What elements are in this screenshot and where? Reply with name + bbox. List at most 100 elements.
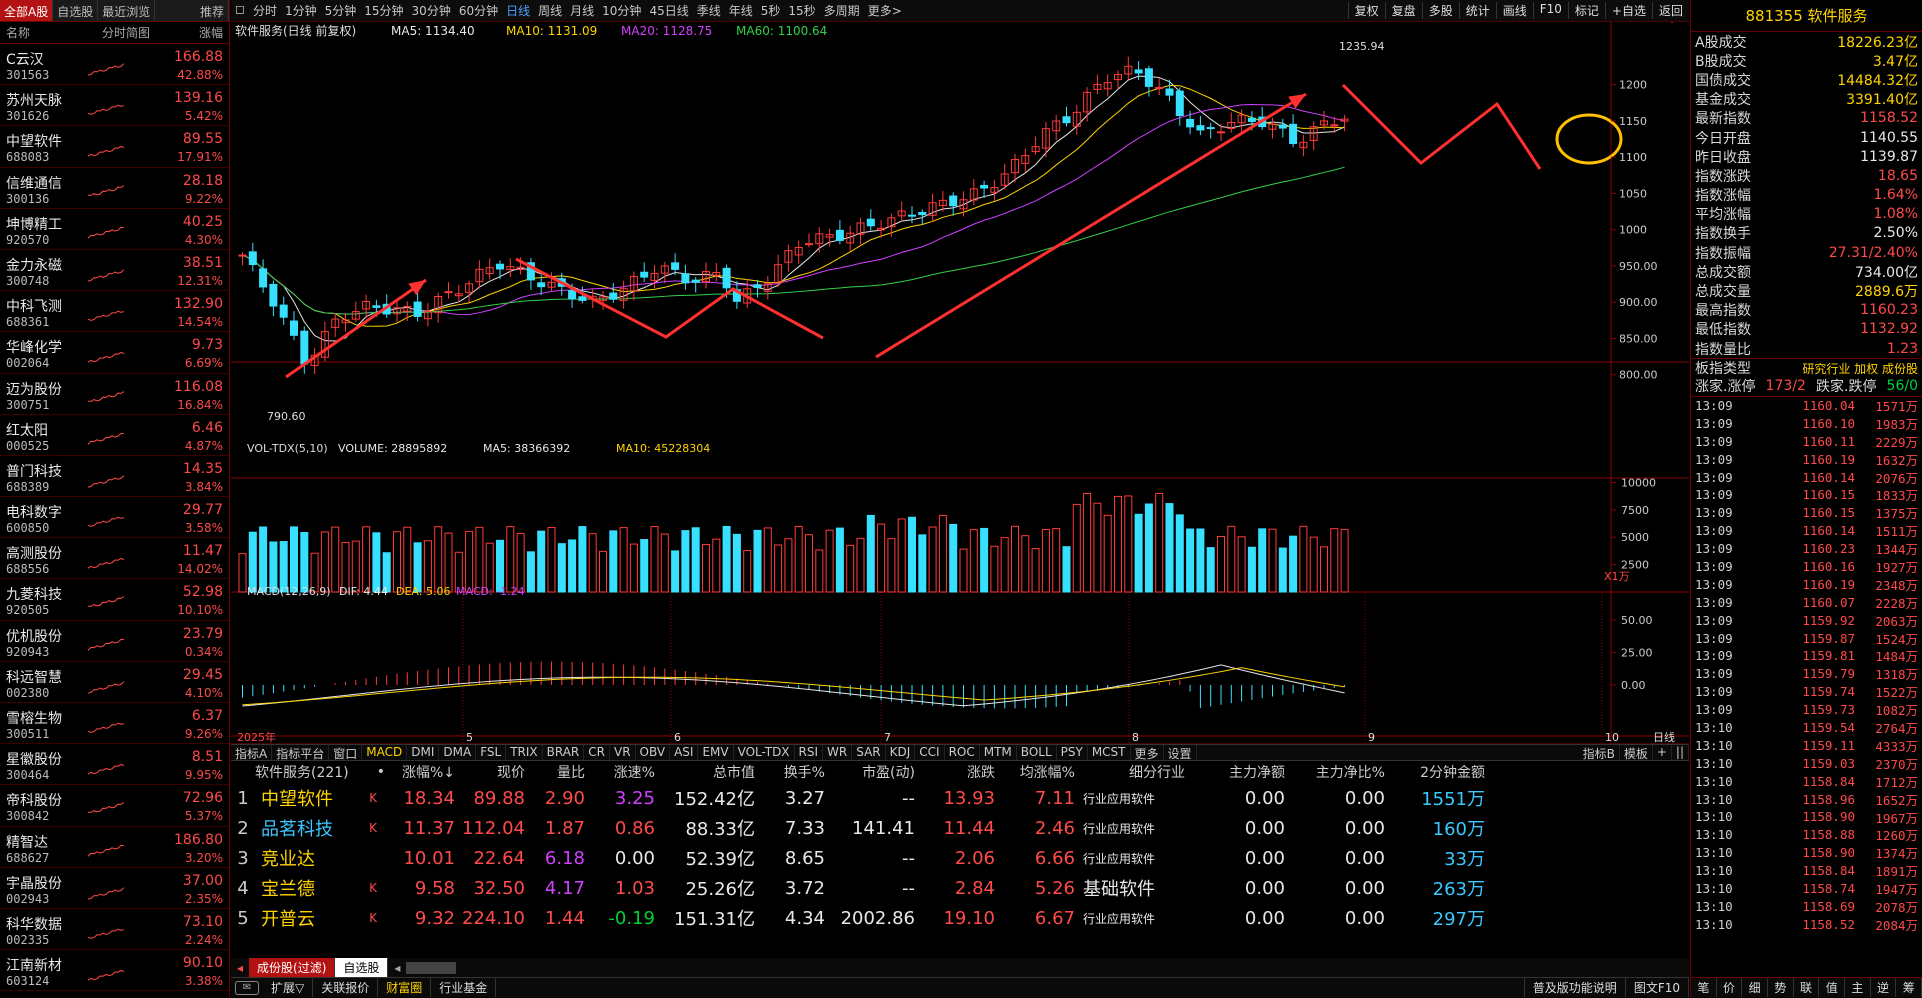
stock-row[interactable]: 帝科股份 300842 72.96 5.37%	[0, 785, 229, 827]
table-col-header[interactable]: 涨跌	[915, 762, 995, 782]
period-9[interactable]: 10分钟	[598, 2, 645, 19]
stock-row[interactable]: 苏州天脉 301626 139.16 5.42%	[0, 85, 229, 127]
detail-tab-4[interactable]: 联	[1794, 978, 1820, 997]
indicator-tab-13[interactable]: EMV	[698, 745, 734, 760]
stock-row[interactable]: 科远智慧 002380 29.45 4.10%	[0, 662, 229, 703]
period-7[interactable]: 周线	[534, 2, 566, 19]
table-row[interactable]: 1 中望软件 K 18.34 89.88 2.90 3.25 152.42亿 3.27 -- 13.…	[231, 783, 1689, 813]
indicator-tab-4[interactable]: DMI	[407, 745, 440, 760]
col-name[interactable]: 名称	[0, 24, 86, 41]
indicator-tab-9[interactable]: CR	[584, 745, 610, 760]
period-2[interactable]: 5分钟	[321, 2, 361, 19]
indicator-tab-8[interactable]: BRAR	[543, 745, 585, 760]
indicator-tab-17[interactable]: SAR	[852, 745, 886, 760]
indicator-right-0[interactable]: 指标B	[1579, 745, 1620, 761]
indicator-tab-14[interactable]: VOL-TDX	[734, 745, 795, 760]
indicator-tab-22[interactable]: BOLL	[1017, 745, 1057, 760]
tab-watchlist[interactable]: 自选股	[53, 0, 99, 21]
toolbar-btn-6[interactable]: 标记	[1567, 2, 1605, 19]
table-row[interactable]: 3 竞业达 10.01 22.64 6.18 0.00 52.39亿 8.65 -- 2.06 6.…	[231, 843, 1689, 873]
collapse-icon[interactable]: ◂	[231, 961, 249, 975]
plate-type-value[interactable]: 研究行业 加权 成份股	[1802, 360, 1918, 377]
stock-row[interactable]: C云汉 301563 166.88 42.88%	[0, 44, 229, 86]
tab-wealth-circle[interactable]: 财富圈	[378, 978, 432, 997]
stock-row[interactable]: 精智达 688627 186.80 3.20%	[0, 827, 229, 868]
detail-tab-5[interactable]: 值	[1819, 978, 1846, 997]
horizontal-scrollbar[interactable]	[406, 961, 457, 974]
indicator-tab-12[interactable]: ASI	[670, 745, 699, 760]
stock-row[interactable]: 科华数据 002335 73.10 2.24%	[0, 909, 229, 951]
indicator-tab-24[interactable]: MCST	[1088, 745, 1131, 760]
stock-row[interactable]: 星徽股份 300464 8.51 9.95%	[0, 744, 229, 786]
toolbar-square-icon[interactable]: ◻	[231, 2, 249, 19]
indicator-tab-19[interactable]: CCI	[915, 745, 945, 760]
period-6[interactable]: 日线	[502, 2, 534, 19]
stock-row[interactable]: 红太阳 000525 6.46 4.87%	[0, 415, 229, 456]
period-13[interactable]: 5秒	[757, 2, 785, 19]
table-col-header[interactable]: 涨速%	[585, 762, 655, 782]
stock-row[interactable]: 中望软件 688083 89.55 17.91%	[0, 126, 229, 168]
stock-row[interactable]: 电科数字 600850 29.77 3.58%	[0, 497, 229, 539]
period-1[interactable]: 1分钟	[281, 2, 321, 19]
table-row[interactable]: 5 开普云 K 9.32 224.10 1.44 -0.19 151.31亿 4.34 2002.…	[231, 903, 1689, 933]
indicator-tab-25[interactable]: 更多	[1131, 745, 1164, 761]
toolbar-btn-3[interactable]: 统计	[1458, 2, 1496, 19]
period-4[interactable]: 30分钟	[408, 2, 455, 19]
stock-row[interactable]: 中科飞测 688361 132.90 14.54%	[0, 291, 229, 333]
period-14[interactable]: 15秒	[784, 2, 819, 19]
indicator-tab-23[interactable]: PSY	[1057, 745, 1088, 760]
stock-row[interactable]: 雪榕生物 300511 6.37 9.26%	[0, 703, 229, 745]
table-col-header[interactable]: 2分钟金额	[1385, 762, 1485, 782]
tab-constituents-filtered[interactable]: 成份股(过滤)	[249, 958, 336, 977]
stock-row[interactable]: 普门科技 688389 14.35 3.84%	[0, 456, 229, 498]
table-col-header[interactable]: •	[361, 764, 385, 780]
table-col-header[interactable]: 主力净额	[1185, 762, 1285, 782]
period-3[interactable]: 15分钟	[360, 2, 407, 19]
period-10[interactable]: 45日线	[645, 2, 692, 19]
tab-all-a-shares[interactable]: 全部A股	[0, 0, 54, 21]
table-col-header[interactable]: 换手%	[755, 762, 825, 782]
stock-row[interactable]: 宇晶股份 002943 37.00 2.35%	[0, 868, 229, 909]
table-col-header[interactable]: 量比	[525, 762, 585, 782]
stock-row[interactable]: 坤博精工 920570 40.25 4.30%	[0, 209, 229, 250]
stock-row[interactable]: 金力永磁 300748 38.51 12.31%	[0, 250, 229, 292]
detail-tab-6[interactable]: 主	[1845, 978, 1871, 997]
indicator-tab-2[interactable]: 窗口	[329, 745, 363, 761]
detail-tab-0[interactable]: 笔	[1691, 978, 1717, 997]
table-col-header[interactable]: 主力净比%	[1285, 762, 1385, 782]
period-5[interactable]: 60分钟	[455, 2, 502, 19]
table-col-header[interactable]: 现价	[455, 762, 525, 782]
indicator-right-1[interactable]: 模板	[1620, 745, 1653, 761]
indicator-tab-10[interactable]: VR	[610, 745, 636, 760]
stock-row[interactable]: 九菱科技 920505 52.98 10.10%	[0, 579, 229, 621]
stock-row[interactable]: 优机股份 920943 23.79 0.34%	[0, 621, 229, 662]
indicator-tab-26[interactable]: 设置	[1164, 745, 1197, 761]
toggle-icon[interactable]: ✉	[235, 980, 259, 995]
toolbar-btn-0[interactable]: 复权	[1347, 2, 1385, 19]
table-col-header[interactable]: 均涨幅%	[995, 762, 1075, 782]
tab-watchlist-bottom[interactable]: 自选股	[335, 958, 389, 977]
tab-recent[interactable]: 最近浏览	[98, 0, 156, 21]
indicator-tab-18[interactable]: KDJ	[886, 745, 916, 760]
stock-row[interactable]: 信维通信 300136 28.18 9.22%	[0, 168, 229, 209]
detail-tab-3[interactable]: 势	[1768, 978, 1794, 997]
toolbar-btn-4[interactable]: 画线	[1495, 2, 1533, 19]
f10-link[interactable]: 图文F10	[1626, 978, 1689, 997]
feature-help-link[interactable]: 普及版功能说明	[1523, 978, 1626, 997]
toolbar-btn-2[interactable]: 多股	[1421, 2, 1459, 19]
stock-row[interactable]: 华峰化学 002064 9.73 6.69%	[0, 332, 229, 374]
stock-row[interactable]: 迈为股份 300751 116.08 16.84%	[0, 374, 229, 415]
table-col-header[interactable]: 涨幅%↓	[385, 762, 455, 782]
tab-extend[interactable]: 扩展▽	[263, 978, 314, 997]
col-change[interactable]: 涨幅	[199, 24, 229, 41]
tab-recommend[interactable]: 推荐	[196, 0, 229, 21]
table-col-header[interactable]: 软件服务(221)	[231, 762, 361, 782]
stock-row[interactable]: 高测股份 688556 11.47 14.02%	[0, 538, 229, 580]
detail-tab-2[interactable]: 细	[1742, 978, 1769, 997]
period-12[interactable]: 年线	[725, 2, 757, 19]
kline-chart-area[interactable]: 12001150110010501000950.00900.00850.0080…	[231, 22, 1689, 744]
indicator-tab-20[interactable]: ROC	[945, 745, 980, 760]
table-col-header[interactable]: 细分行业	[1075, 762, 1185, 782]
indicator-right-3[interactable]: ||	[1672, 745, 1689, 760]
indicator-tab-6[interactable]: FSL	[476, 745, 507, 760]
